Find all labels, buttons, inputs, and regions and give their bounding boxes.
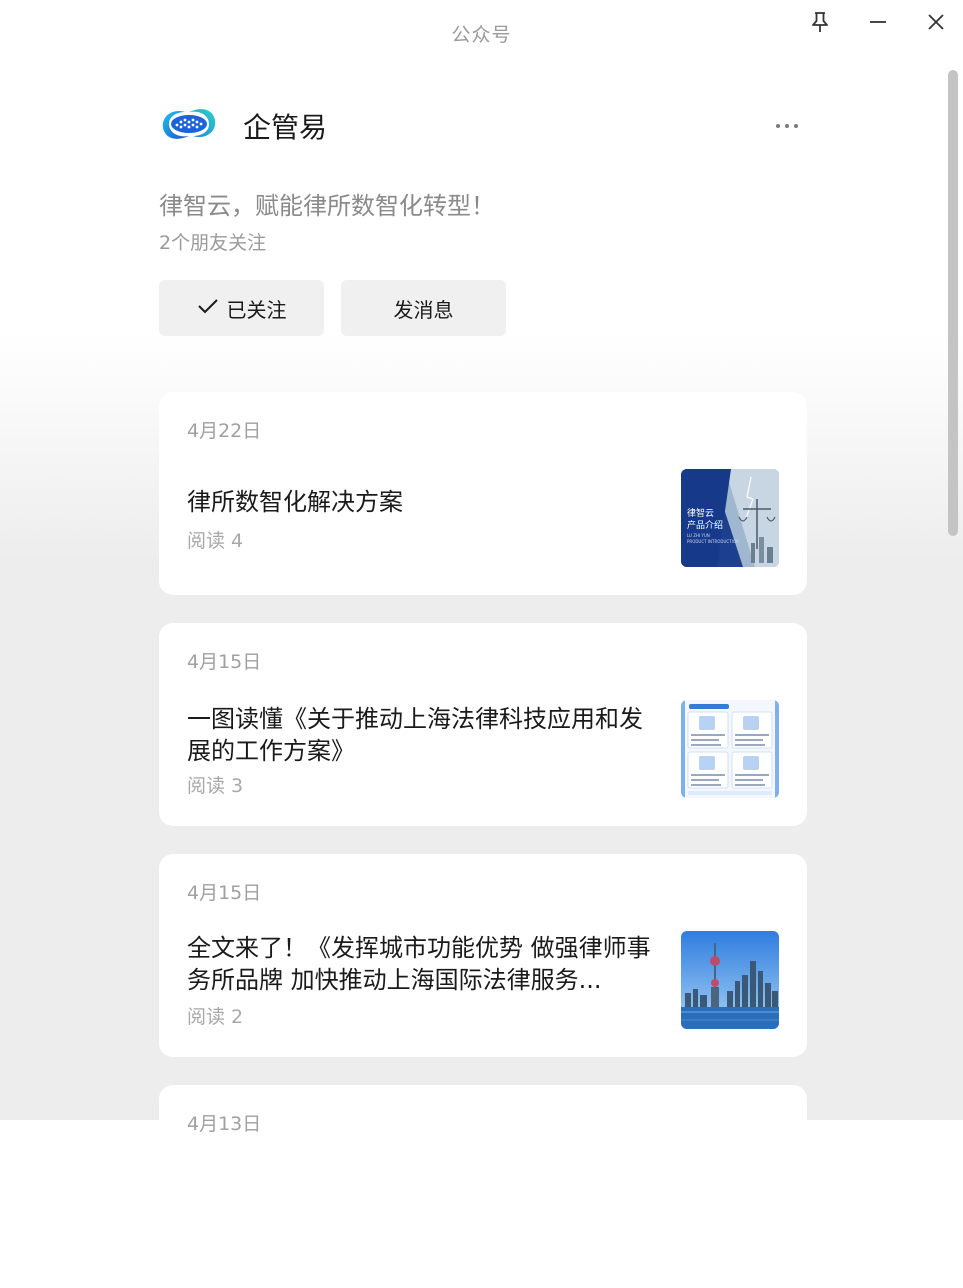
send-message-label: 发消息: [393, 297, 454, 322]
thumb-title-1: 律智云: [687, 507, 714, 519]
article-title: 律所数智化解决方案: [187, 488, 403, 516]
close-icon: [926, 12, 946, 32]
check-icon: [197, 296, 219, 320]
article-card[interactable]: 4月15日 全文来了！《发挥城市功能优势 做强律师事务所品牌 加快推动上海国际法…: [159, 854, 807, 1057]
article-thumbnail: [681, 700, 779, 798]
followers-count: 2个朋友关注: [159, 232, 267, 254]
thumb-subtitle-2: PRODUCT INTRODUCTION: [687, 539, 739, 544]
more-options-button[interactable]: [767, 112, 807, 140]
article-date: 4月13日: [187, 1113, 262, 1135]
minimize-button[interactable]: [862, 8, 894, 36]
article-card[interactable]: 4月13日: [159, 1085, 807, 1288]
account-logo: [159, 104, 219, 144]
article-reads: 阅读 2: [187, 1006, 244, 1028]
article-reads: 阅读 3: [187, 775, 244, 797]
article-thumbnail: [681, 931, 779, 1029]
scrollbar-thumb[interactable]: [948, 70, 958, 536]
more-dot: [785, 124, 789, 128]
thumb-subtitle-1: LU ZHI YUN: [687, 533, 710, 538]
more-dot: [794, 124, 798, 128]
article-thumbnail: 律智云 产品介绍 LU ZHI YUN PRODUCT INTRODUCTION: [681, 469, 779, 567]
article-date: 4月15日: [187, 882, 262, 904]
article-reads: 阅读 4: [187, 530, 244, 552]
article-card[interactable]: 4月15日 一图读懂《关于推动上海法律科技应用和发展的工作方案》 阅读 3: [159, 623, 807, 826]
account-name: 企管易: [243, 111, 328, 144]
title-bar: 公众号: [0, 0, 963, 64]
article-title: 全文来了！《发挥城市功能优势 做强律师事务所品牌 加快推动上海国际法律服务...: [187, 934, 651, 994]
article-date: 4月15日: [187, 651, 262, 673]
send-message-button[interactable]: 发消息: [341, 280, 506, 336]
article-date: 4月22日: [187, 420, 262, 442]
followed-label: 已关注: [226, 297, 287, 322]
more-dots-icon: [776, 124, 780, 128]
close-button[interactable]: [920, 8, 952, 36]
minimize-icon: [868, 12, 888, 32]
thumb-title-2: 产品介绍: [687, 519, 723, 531]
article-title: 一图读懂《关于推动上海法律科技应用和发展的工作方案》: [187, 705, 643, 765]
pin-icon: [809, 10, 831, 34]
followed-button[interactable]: 已关注: [159, 280, 324, 336]
article-card[interactable]: 4月22日 律所数智化解决方案 阅读 4 律智云 产品介绍 LU ZHI YUN…: [159, 392, 807, 595]
account-bio: 律智云，赋能律所数智化转型！: [159, 192, 495, 220]
pin-button[interactable]: [804, 8, 836, 36]
